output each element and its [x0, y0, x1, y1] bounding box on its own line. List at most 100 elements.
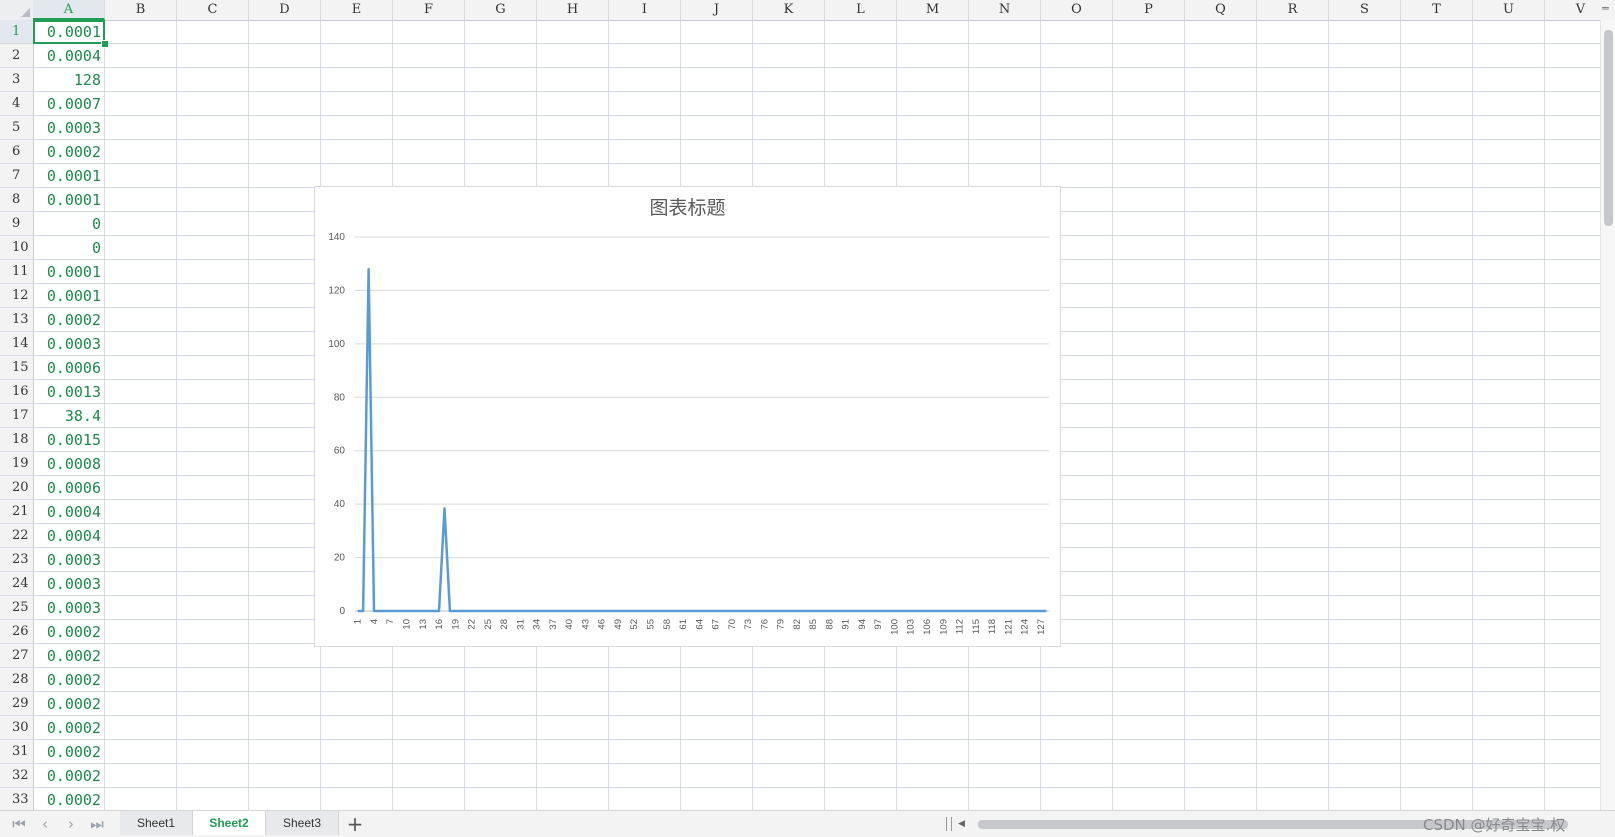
cell-a17[interactable]: 38.4: [33, 404, 105, 428]
column-header-o[interactable]: O: [1041, 0, 1113, 20]
row-header-23[interactable]: 23: [0, 548, 33, 572]
cell-a27[interactable]: 0.0002: [33, 644, 105, 668]
row-header-28[interactable]: 28: [0, 668, 33, 692]
cell-a20[interactable]: 0.0006: [33, 476, 105, 500]
column-header-n[interactable]: N: [969, 0, 1041, 20]
row-header-22[interactable]: 22: [0, 524, 33, 548]
column-header-m[interactable]: M: [897, 0, 969, 20]
scroll-left-icon[interactable]: ◀: [958, 816, 965, 832]
row-header-16[interactable]: 16: [0, 380, 33, 404]
row-header-17[interactable]: 17: [0, 404, 33, 428]
cell-a3[interactable]: 128: [33, 68, 105, 92]
row-header-30[interactable]: 30: [0, 716, 33, 740]
row-header-18[interactable]: 18: [0, 428, 33, 452]
row-header-20[interactable]: 20: [0, 476, 33, 500]
cell-a11[interactable]: 0.0001: [33, 260, 105, 284]
cell-a33[interactable]: 0.0002: [33, 788, 105, 810]
last-sheet-icon[interactable]: ⏭: [86, 814, 108, 834]
chart-title[interactable]: 图表标题: [315, 193, 1060, 220]
cell-a4[interactable]: 0.0007: [33, 92, 105, 116]
cell-a6[interactable]: 0.0002: [33, 140, 105, 164]
cell-a25[interactable]: 0.0003: [33, 596, 105, 620]
row-header-19[interactable]: 19: [0, 452, 33, 476]
row-header-27[interactable]: 27: [0, 644, 33, 668]
cell-a26[interactable]: 0.0002: [33, 620, 105, 644]
cell-a29[interactable]: 0.0002: [33, 692, 105, 716]
line-chart[interactable]: 0 20 40 60 80 100 120 140 1 4 7 10 13 16 19 22 25 28 31 34 3…: [314, 186, 1061, 647]
cell-a21[interactable]: 0.0004: [33, 500, 105, 524]
cell-a2[interactable]: 0.0004: [33, 44, 105, 68]
add-sheet-button[interactable]: +: [344, 813, 366, 835]
row-header-11[interactable]: 11: [0, 260, 33, 284]
column-header-h[interactable]: H: [537, 0, 609, 20]
cell-a30[interactable]: 0.0002: [33, 716, 105, 740]
row-header-2[interactable]: 2: [0, 44, 33, 68]
cell-a5[interactable]: 0.0003: [33, 116, 105, 140]
row-header-32[interactable]: 32: [0, 764, 33, 788]
cell-a19[interactable]: 0.0008: [33, 452, 105, 476]
cell-a14[interactable]: 0.0003: [33, 332, 105, 356]
row-header-14[interactable]: 14: [0, 332, 33, 356]
cell-a15[interactable]: 0.0006: [33, 356, 105, 380]
cell-a32[interactable]: 0.0002: [33, 764, 105, 788]
column-header-f[interactable]: F: [393, 0, 465, 20]
row-header-3[interactable]: 3: [0, 68, 33, 92]
prev-sheet-icon[interactable]: ‹: [34, 814, 56, 834]
row-header-9[interactable]: 9: [0, 212, 33, 236]
cell-a31[interactable]: 0.0002: [33, 740, 105, 764]
cell-a22[interactable]: 0.0004: [33, 524, 105, 548]
cell-a10[interactable]: 0: [33, 236, 105, 260]
row-header-12[interactable]: 12: [0, 284, 33, 308]
column-header-t[interactable]: T: [1401, 0, 1473, 20]
cell-a16[interactable]: 0.0013: [33, 380, 105, 404]
column-header-g[interactable]: G: [465, 0, 537, 20]
column-header-q[interactable]: Q: [1185, 0, 1257, 20]
sheet-tab-sheet3[interactable]: Sheet3: [266, 811, 339, 835]
fill-handle[interactable]: [101, 40, 109, 48]
row-header-21[interactable]: 21: [0, 500, 33, 524]
cell-a12[interactable]: 0.0001: [33, 284, 105, 308]
select-all-corner[interactable]: [0, 0, 34, 20]
row-header-29[interactable]: 29: [0, 692, 33, 716]
row-header-31[interactable]: 31: [0, 740, 33, 764]
column-header-d[interactable]: D: [249, 0, 321, 20]
cell-a24[interactable]: 0.0003: [33, 572, 105, 596]
row-header-5[interactable]: 5: [0, 116, 33, 140]
row-header-13[interactable]: 13: [0, 308, 33, 332]
column-header-u[interactable]: U: [1473, 0, 1545, 20]
row-header-7[interactable]: 7: [0, 164, 33, 188]
first-sheet-icon[interactable]: ⏮: [8, 814, 30, 834]
series-line-0[interactable]: [357, 267, 1047, 613]
column-header-j[interactable]: J: [681, 0, 753, 20]
row-header-24[interactable]: 24: [0, 572, 33, 596]
column-header-k[interactable]: K: [753, 0, 825, 20]
cell-a7[interactable]: 0.0001: [33, 164, 105, 188]
row-header-10[interactable]: 10: [0, 236, 33, 260]
column-header-s[interactable]: S: [1329, 0, 1401, 20]
row-header-26[interactable]: 26: [0, 620, 33, 644]
vertical-scrollbar-thumb[interactable]: [1604, 30, 1613, 226]
cell-a13[interactable]: 0.0002: [33, 308, 105, 332]
row-header-4[interactable]: 4: [0, 92, 33, 116]
column-header-b[interactable]: B: [105, 0, 177, 20]
column-header-r[interactable]: R: [1257, 0, 1329, 20]
row-header-6[interactable]: 6: [0, 140, 33, 164]
cell-a23[interactable]: 0.0003: [33, 548, 105, 572]
tab-split-handle-icon[interactable]: [946, 817, 952, 831]
next-sheet-icon[interactable]: ›: [60, 814, 82, 834]
column-header-c[interactable]: C: [177, 0, 249, 20]
row-header-8[interactable]: 8: [0, 188, 33, 212]
sheet-tab-sheet1[interactable]: Sheet1: [120, 811, 193, 835]
column-header-a[interactable]: A: [33, 0, 105, 20]
active-cell-border[interactable]: [33, 20, 105, 44]
cell-a8[interactable]: 0.0001: [33, 188, 105, 212]
row-header-25[interactable]: 25: [0, 596, 33, 620]
vertical-scrollbar[interactable]: [1600, 20, 1615, 810]
column-header-i[interactable]: I: [609, 0, 681, 20]
column-header-p[interactable]: P: [1113, 0, 1185, 20]
row-header-33[interactable]: 33: [0, 788, 33, 810]
cell-a9[interactable]: 0: [33, 212, 105, 236]
cell-a28[interactable]: 0.0002: [33, 668, 105, 692]
sheet-tab-sheet2[interactable]: Sheet2: [193, 811, 266, 835]
cell-a18[interactable]: 0.0015: [33, 428, 105, 452]
